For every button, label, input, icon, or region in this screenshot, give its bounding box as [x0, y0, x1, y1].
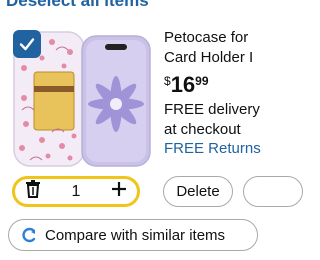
quantity-value: 1 [71, 182, 81, 200]
delivery-line-2: at checkout [164, 121, 241, 138]
product-title-line-1: Petocase for [164, 29, 249, 46]
deselect-all-link[interactable]: Deselect all items [6, 0, 149, 11]
delete-button[interactable]: Delete [163, 176, 233, 207]
save-for-later-button[interactable] [243, 176, 303, 207]
price-whole: 16 [170, 72, 196, 97]
item-select-checkbox[interactable] [13, 30, 41, 58]
compare-label: Compare with similar items [45, 226, 226, 244]
trash-icon[interactable] [25, 180, 41, 203]
price-symbol: $ [164, 74, 171, 88]
plus-icon[interactable] [111, 181, 127, 202]
compare-similar-button[interactable]: Compare with similar items [8, 219, 258, 251]
product-price: $1699 [164, 72, 209, 98]
delivery-line-1: FREE delivery [164, 101, 260, 118]
delivery-info: FREE delivery at checkout [164, 100, 284, 140]
product-title-line-2: Card Holder I [164, 49, 254, 66]
checkmark-icon [19, 38, 35, 51]
compare-icon [22, 227, 36, 243]
price-fraction: 99 [195, 74, 209, 88]
free-returns-link[interactable]: FREE Returns [164, 139, 261, 159]
product-title-link[interactable]: Petocase for Card Holder I [164, 28, 284, 68]
quantity-stepper: 1 [12, 176, 140, 207]
